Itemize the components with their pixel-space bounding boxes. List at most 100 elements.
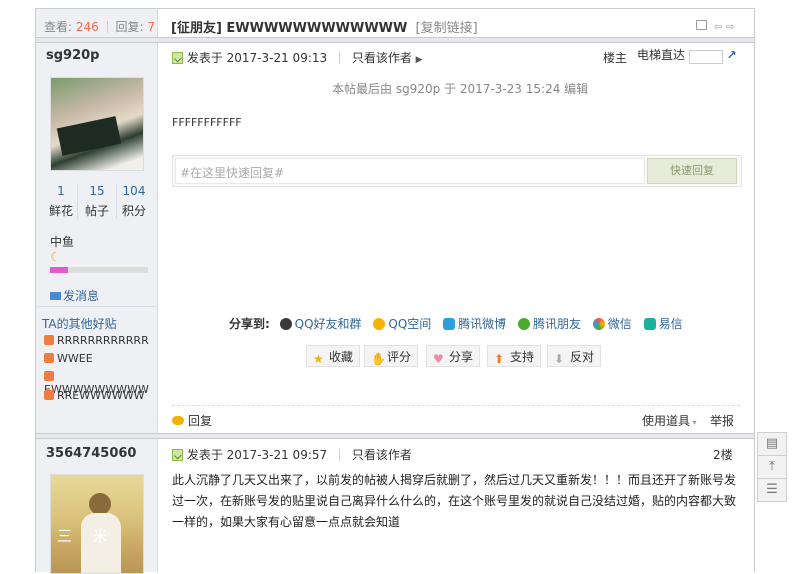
thread-title-row: [征朋友] EWWWWWWWWWWWW [复制链接] [171,17,478,36]
elevator-label: 电梯直达 [637,48,686,62]
rate-button[interactable]: ✋评分 [364,345,419,367]
replies-label: 回复: [115,20,144,34]
pengyou-icon [517,318,530,330]
favorite-button[interactable]: ★ 收藏 [306,345,361,367]
share-tencent-pengyou-label: 腾讯朋友 [532,317,581,331]
share-qzone[interactable]: QQ空间 [373,315,431,332]
fav-item-label: RRRRRRRRRRRR [57,334,149,347]
use-tools-menu[interactable]: 使用道具 ▾ [642,412,697,429]
send-message-link[interactable]: 发消息 [50,287,99,304]
comment-icon: ▤ [765,436,779,451]
post1-author[interactable]: sg920p [46,48,100,63]
report-link[interactable]: 举报 [710,412,734,429]
share-yixin[interactable]: 易信 [643,315,683,332]
header-divider [36,37,754,43]
share-label: 分享到: [229,317,270,331]
post1-avatar[interactable] [50,77,144,171]
post1-content: FFFFFFFFFFF [172,116,242,129]
share-wechat-label: 微信 [607,317,632,331]
thread-frame: 查看: 246 回复: 7 [征朋友] EWWWWWWWWWWWW [复制链接]… [35,8,755,574]
post2-avatar[interactable]: 三 米 [50,474,144,574]
thread-icon [44,390,54,400]
mail-icon [50,292,61,300]
stat-value[interactable]: 15 [78,184,116,198]
fav-item[interactable]: WWEE [44,352,93,365]
elevator-input[interactable] [688,49,723,64]
quick-reply-button[interactable]: 快速回复 [647,158,737,184]
use-tools-label: 使用道具 [642,414,691,428]
back-to-list-button[interactable]: ☰ [757,478,787,502]
print-icon[interactable] [696,20,707,30]
post2-floor: 2楼 [713,448,733,462]
quick-reply-placeholder: #在这里快速回复# [180,166,285,180]
prev-thread-icon[interactable]: ⇦ [714,22,722,33]
stat-label: 鲜花 [48,204,73,218]
favorite-label: 收藏 [329,350,354,364]
post2-meta: 发表于 2017-3-21 09:57 只看该作者 [172,446,412,463]
reply-label: 回复 [188,414,213,428]
stat-label: 积分 [121,204,146,218]
quick-reply-float-button[interactable]: ▤ [757,432,787,456]
share-tencent-weibo-label: 腾讯微博 [458,317,507,331]
post-time: 发表于 2017-3-21 09:13 [186,51,328,65]
share-button[interactable]: ♥ 分享 [426,345,481,367]
post1-meta: 发表于 2017-3-21 09:13 只看该作者 ▶ [172,49,423,66]
divider [338,449,340,461]
jump-icon[interactable]: ↗ [727,48,737,62]
stat-value[interactable]: 1 [42,184,80,198]
divider [106,21,108,33]
share-tencent-pengyou[interactable]: 腾讯朋友 [517,315,581,332]
star-icon: ★ [313,352,324,366]
share-row: 分享到: QQ好友和群 QQ空间 腾讯微博 腾讯朋友 微信 易信 [229,315,691,332]
share-qq-friends-label: QQ好友和群 [294,317,362,331]
elevator: 电梯直达 ↗ [637,46,737,64]
fav-item[interactable]: RRRRRRRRRRRR [44,334,149,347]
copy-link[interactable]: [复制链接] [416,21,478,36]
share-wechat[interactable]: 微信 [592,315,632,332]
edit-note: 本帖最后由 sg920p 于 2017-3-23 15:24 编辑 [332,82,589,96]
send-message-label: 发消息 [63,289,100,303]
oppose-button[interactable]: ⬇ 反对 [547,345,602,367]
share-action-label: 分享 [449,350,474,364]
thread-icon [44,353,54,363]
next-thread-icon[interactable]: ⇨ [726,22,734,33]
replies-count: 7 [147,20,155,34]
quick-reply-input[interactable]: #在这里快速回复# [175,158,645,184]
post-divider [36,433,754,439]
only-author-link[interactable]: 只看该作者 [352,51,412,65]
fav-title: TA的其他好贴 [42,317,117,331]
oppose-label: 反对 [570,350,595,364]
list-icon: ☰ [766,482,778,497]
stat-points: 104 积分 [115,184,153,219]
fav-item-label: WWEE [57,352,93,365]
chevron-down-icon: ▾ [690,418,697,427]
post2-author[interactable]: 3564745060 [46,446,136,461]
sidebar-divider [36,306,157,307]
qzone-icon [373,318,386,330]
back-to-top-button[interactable]: ⤒ [757,455,787,479]
share-yixin-label: 易信 [658,317,683,331]
reply-bubble-icon [172,416,184,425]
avatar-watermark: 三 米 [57,527,116,545]
fav-item[interactable]: RREWWWWWW [44,389,145,402]
thread-stats: 查看: 246 回复: 7 [44,18,155,35]
support-label: 支持 [510,350,535,364]
thumb-icon: ✋ [371,352,386,366]
arrow-up-icon: ⬆ [494,352,505,366]
yixin-icon [643,318,656,330]
moon-icon: ☾ [50,250,61,264]
divider [338,52,340,64]
share-qq-friends[interactable]: QQ好友和群 [279,315,362,332]
support-button[interactable]: ⬆ 支持 [487,345,542,367]
reply-link[interactable]: 回复 [172,412,212,429]
quick-reply-box: #在这里快速回复# 快速回复 [172,155,742,187]
rate-label: 评分 [387,350,412,364]
views-label: 查看: [44,20,73,34]
stat-value[interactable]: 104 [115,184,153,198]
arrow-top-icon: ⤒ [769,459,775,474]
thread-icon [44,335,54,345]
only-author-link[interactable]: 只看该作者 [352,448,412,462]
weibo-icon [443,318,456,330]
post1-floor: 楼主 [603,51,628,65]
share-tencent-weibo[interactable]: 腾讯微博 [443,315,506,332]
